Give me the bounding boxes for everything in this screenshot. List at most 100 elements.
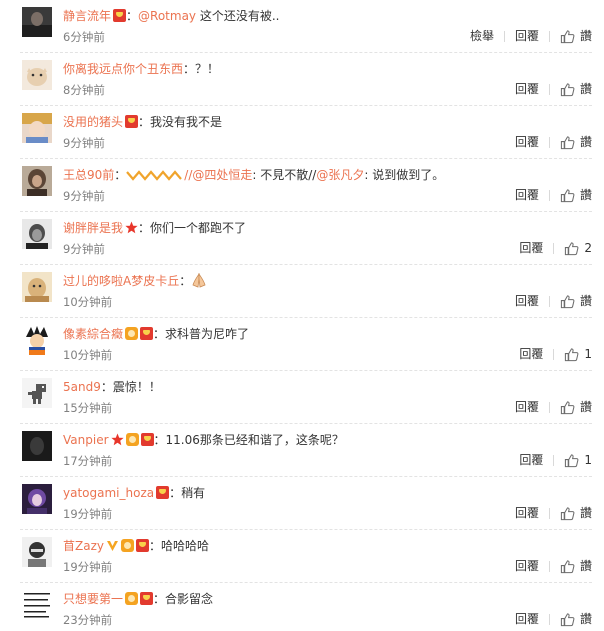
comment-content: 王总90前： //@四处恒走: 不見不散//@张凡夕: 说到做到了。 [63, 166, 594, 184]
comment-item: 静言流年 ：@Rotmay 这个还没有被.. 6分钟前 檢舉 回覆 讚 [0, 0, 604, 53]
mention-link[interactable]: @Rotmay [138, 9, 196, 23]
username-link[interactable]: 苜Zazy [63, 539, 104, 553]
username-link[interactable]: yatogami_hoza [63, 486, 154, 500]
like-label: 讚 [579, 506, 592, 520]
avatar[interactable] [22, 378, 52, 408]
timestamp: 9分钟前 [63, 189, 105, 203]
like-label: 讚 [579, 559, 592, 573]
timestamp: 19分钟前 [63, 507, 113, 521]
like-button[interactable]: 1 [564, 451, 592, 469]
avatar[interactable] [22, 219, 52, 249]
like-label: 讚 [579, 612, 592, 626]
star-badge-icon[interactable] [125, 221, 138, 234]
reply-button[interactable]: 回覆 [515, 133, 539, 151]
like-button[interactable]: 讚 [560, 186, 592, 204]
comment-item: 苜Zazy ：哈哈哈哈 19分钟前 回覆 讚 [0, 530, 604, 583]
vip-badge-icon[interactable] [125, 433, 139, 446]
username-link[interactable]: 静言流年 [63, 9, 111, 23]
reply-button[interactable]: 回覆 [515, 292, 539, 310]
comment-actions: 回覆 1 [519, 345, 592, 363]
reply-button[interactable]: 回覆 [515, 504, 539, 522]
avatar[interactable] [22, 537, 52, 567]
comment-item: 过儿的哆啦A梦皮卡丘： 10分钟前 回覆 讚 [0, 265, 604, 318]
comment-text: ：哈哈哈哈 [148, 539, 209, 553]
like-button[interactable]: 讚 [560, 398, 592, 416]
avatar[interactable] [22, 325, 52, 355]
comment-text: ：你们一个都跑不了 [138, 221, 247, 235]
username-link[interactable]: 王总90前 [63, 168, 114, 182]
mention-link[interactable]: //@四处恒走 [184, 168, 252, 182]
like-button[interactable]: 讚 [560, 504, 592, 522]
avatar[interactable] [22, 7, 52, 37]
reply-button[interactable]: 回覆 [515, 27, 539, 45]
divider [503, 30, 505, 42]
reply-button[interactable]: 回覆 [519, 239, 543, 257]
username-link[interactable]: Vanpier [63, 433, 109, 447]
thumbs-up-icon [565, 347, 579, 361]
member-badge-icon[interactable] [156, 486, 170, 499]
member-badge-icon[interactable] [140, 433, 154, 446]
member-badge-icon[interactable] [135, 539, 149, 552]
like-button[interactable]: 讚 [560, 557, 592, 575]
username-link[interactable]: 谢胖胖是我 [63, 221, 123, 235]
member-badge-icon[interactable] [125, 115, 139, 128]
timestamp: 8分钟前 [63, 83, 105, 97]
username-link[interactable]: 5and9 [63, 380, 101, 394]
avatar[interactable] [22, 431, 52, 461]
reply-button[interactable]: 回覆 [515, 557, 539, 575]
like-button[interactable]: 讚 [560, 133, 592, 151]
comment-content: 静言流年 ：@Rotmay 这个还没有被.. [63, 7, 594, 25]
divider [548, 560, 550, 572]
thumbs-up-icon [560, 400, 575, 414]
comment-item: 没用的猪头 ：我没有我不是 9分钟前 回覆 讚 [0, 106, 604, 159]
thumbs-up-icon [565, 241, 579, 255]
star-badge-icon[interactable] [110, 433, 124, 446]
username-link[interactable]: 过儿的哆啦A梦皮卡丘 [63, 274, 179, 288]
like-button[interactable]: 讚 [560, 80, 592, 98]
vip-badge-icon[interactable] [125, 327, 139, 340]
comment-actions: 回覆 讚 [515, 610, 592, 628]
mention-link[interactable]: @张凡夕 [316, 168, 364, 182]
divider [548, 30, 550, 42]
username-link[interactable]: 像素綜合癥 [63, 327, 123, 341]
username-link[interactable]: 只想要第一 [63, 592, 123, 606]
divider [548, 613, 550, 625]
comment-text: ： [179, 274, 192, 288]
reply-button[interactable]: 回覆 [519, 345, 543, 363]
reply-button[interactable]: 回覆 [519, 451, 543, 469]
comment-item: 像素綜合癥 ：求科普为尼咋了 10分钟前 回覆 1 [0, 318, 604, 371]
reply-button[interactable]: 回覆 [515, 610, 539, 628]
username-link[interactable]: 没用的猪头 [63, 115, 123, 129]
avatar[interactable] [22, 166, 52, 196]
member-badge-icon[interactable] [113, 9, 127, 22]
report-button[interactable]: 檢舉 [470, 27, 494, 45]
reply-button[interactable]: 回覆 [515, 80, 539, 98]
timestamp: 19分钟前 [63, 560, 113, 574]
avatar[interactable] [22, 272, 52, 302]
comment-item: 王总90前： //@四处恒走: 不見不散//@张凡夕: 说到做到了。 9分钟前 回… [0, 159, 604, 212]
verified-v-icon[interactable] [106, 539, 119, 552]
divider [548, 295, 550, 307]
avatar[interactable] [22, 590, 52, 620]
pray-hands-emoji-icon [191, 272, 207, 293]
vip-badge-icon[interactable] [120, 539, 134, 552]
member-badge-icon[interactable] [140, 327, 154, 340]
like-button[interactable]: 讚 [560, 610, 592, 628]
timestamp: 10分钟前 [63, 348, 113, 362]
avatar[interactable] [22, 113, 52, 143]
username-link[interactable]: 你离我远点你个丑东西 [63, 62, 183, 76]
comment-actions: 回覆 1 [519, 451, 592, 469]
member-badge-icon[interactable] [140, 592, 154, 605]
like-button[interactable]: 讚 [560, 27, 592, 45]
thumbs-up-icon [565, 453, 579, 467]
comment-content: Vanpier ：11.06那条已经和谐了，这条呢？ [63, 431, 594, 449]
reply-button[interactable]: 回覆 [515, 398, 539, 416]
vip-badge-icon[interactable] [125, 592, 139, 605]
comment-content: 谢胖胖是我 ：你们一个都跑不了 [63, 219, 594, 237]
reply-button[interactable]: 回覆 [515, 186, 539, 204]
like-button[interactable]: 讚 [560, 292, 592, 310]
avatar[interactable] [22, 60, 52, 90]
like-button[interactable]: 1 [564, 345, 592, 363]
like-button[interactable]: 2 [564, 239, 592, 257]
avatar[interactable] [22, 484, 52, 514]
